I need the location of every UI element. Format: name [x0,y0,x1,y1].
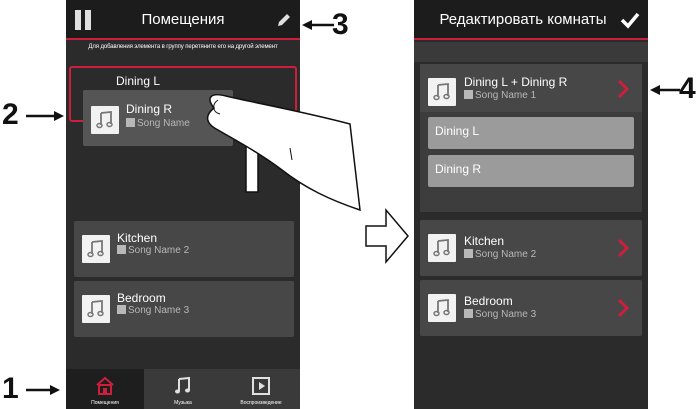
tab-now-playing[interactable]: Воспроизведение [222,369,300,409]
song-name: Song Name 2 [117,245,189,256]
tab-label: Помещения [91,400,119,406]
tab-music[interactable]: Музыка [144,369,222,409]
room-name: Kitchen [117,231,158,245]
room-bedroom[interactable]: Bedroom Song Name 3 [420,280,642,336]
group-member-dining-r[interactable]: Dining R [428,155,634,187]
callout-4-arrow-icon [650,85,680,95]
spacer-bar [414,42,648,62]
album-art-icon [428,234,456,262]
tab-rooms[interactable]: Помещения [66,369,144,409]
room-name: Dining R [126,102,173,116]
tab-label: Воспроизведение [240,400,282,406]
album-art-icon [428,78,456,106]
play-icon [252,377,270,395]
tab-label: Музыка [174,400,192,406]
page-title: Редактировать комнаты [439,11,607,28]
right-phone-screen: Редактировать комнаты Dining L + Dining … [414,0,648,409]
page-title: Помещения [141,11,225,28]
group-container: Dining L + Dining R Song Name 1 Dining L… [420,64,642,212]
group-member-dining-l[interactable]: Dining L [428,117,634,149]
album-art-icon [82,295,110,323]
dragged-room[interactable]: Dining R Song Name [83,90,233,146]
group-name: Dining L + Dining R [464,75,568,89]
drag-hint-text: Для добавления элемента в группу перетян… [88,44,278,50]
pencil-icon[interactable] [276,12,292,28]
callout-3-arrow-icon [302,20,334,30]
song-name: Song Name 2 [464,249,536,260]
song-name: Song Name 1 [464,90,536,101]
music-note-icon [175,376,190,394]
house-icon [96,376,114,395]
callout-2: 2 [2,98,19,131]
room-name: Bedroom [117,291,166,305]
song-name: Song Name 3 [464,309,536,320]
room-name: Kitchen [464,234,505,248]
album-art-icon [82,235,110,263]
room-bedroom[interactable]: Bedroom Song Name 3 [74,281,294,337]
drop-target-name: Dining L [116,74,161,88]
song-name: Song Name 3 [117,305,189,316]
album-art-icon [91,106,119,134]
room-kitchen[interactable]: Kitchen Song Name 2 [420,220,642,276]
check-icon[interactable] [620,10,640,30]
callout-1-arrow-icon [26,385,60,395]
transition-arrow-icon [365,207,409,265]
album-art-icon [428,294,456,322]
room-name: Bedroom [464,294,513,308]
left-title-bar: Помещения [66,0,300,40]
chevron-right-icon[interactable] [617,299,629,317]
callout-1: 1 [2,372,19,405]
room-kitchen[interactable]: Kitchen Song Name 2 [74,221,294,277]
left-phone-screen: Помещения Для добавления элемента в груп… [66,0,300,409]
chevron-right-icon[interactable] [617,80,629,98]
song-name: Song Name [126,118,190,129]
chevron-right-icon[interactable] [617,239,629,257]
group-room[interactable]: Dining L + Dining R Song Name 1 [420,64,642,112]
callout-2-arrow-icon [26,111,64,121]
right-title-bar: Редактировать комнаты [414,0,648,40]
bottom-tab-bar: Помещения Музыка Воспроизведение [66,369,300,409]
